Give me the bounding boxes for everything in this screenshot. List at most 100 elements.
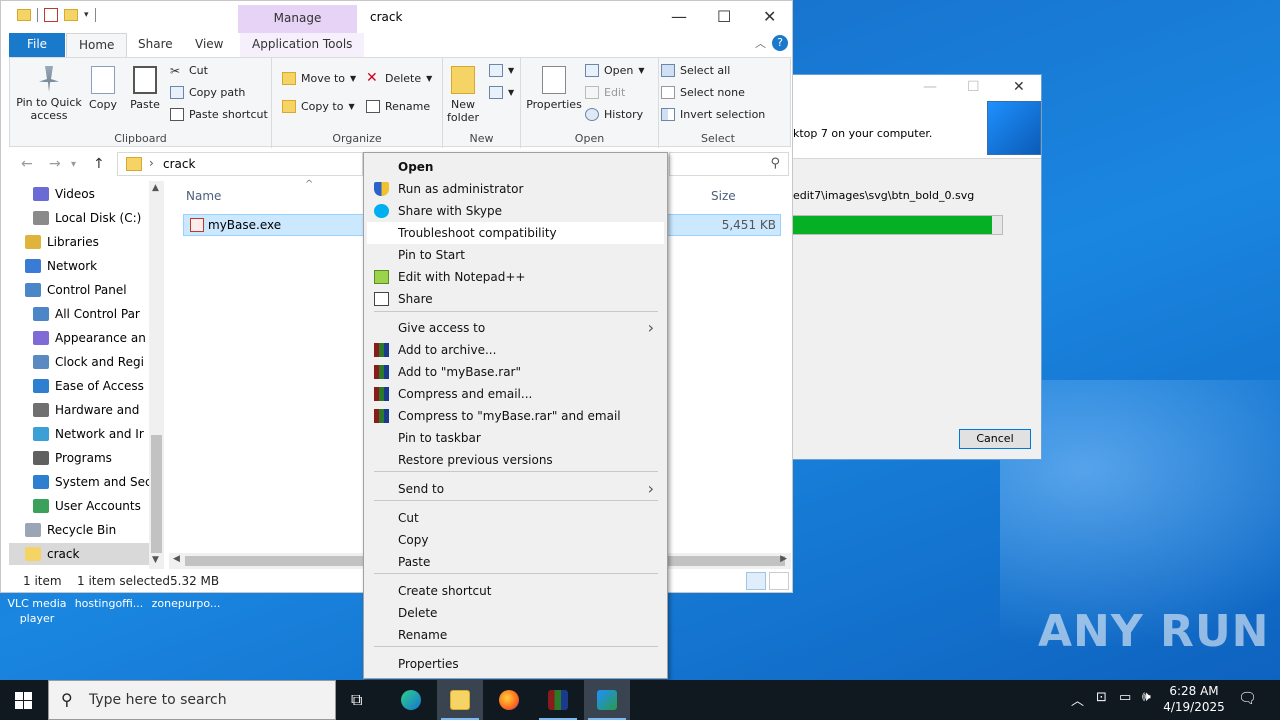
menu-item[interactable]: Share with Skype [367,200,664,222]
copy-path-button[interactable]: Copy path [170,86,245,99]
scroll-left-icon[interactable]: ◀ [173,554,180,564]
tab-home[interactable]: Home [66,33,128,57]
menu-item[interactable]: Troubleshoot compatibility [367,222,664,244]
menu-item[interactable]: Delete [367,602,664,624]
nav-item[interactable]: Network [9,255,157,277]
taskbar-edge[interactable] [388,680,434,720]
nav-item[interactable]: crack [9,543,157,565]
details-view-icon[interactable] [746,572,766,590]
history-button[interactable]: History [585,108,643,121]
maximize-icon[interactable]: ☐ [717,7,731,26]
menu-item[interactable]: Properties [367,653,664,675]
nav-item[interactable]: Network and Ir [9,423,157,445]
taskbar-installer[interactable] [584,680,630,720]
copy-button[interactable]: Copy [86,66,120,111]
large-icons-view-icon[interactable] [769,572,789,590]
column-header-size[interactable]: Size [711,189,736,203]
tab-share[interactable]: Share [126,33,185,57]
new-folder-button[interactable]: New folder [445,66,481,124]
delete-button[interactable]: ✕ Delete ▼ [366,71,432,85]
menu-item[interactable]: Copy [367,529,664,551]
open-button[interactable]: Open ▼ [585,64,645,77]
paste-button[interactable]: Paste [128,66,162,111]
volume-icon[interactable]: 🕪 [1142,689,1151,720]
nav-item[interactable]: Ease of Access [9,375,157,397]
desktop-icon-hosting[interactable]: hostingoffi... [74,596,144,611]
close-icon[interactable]: ✕ [763,7,776,26]
tab-view[interactable]: View [183,33,235,57]
network-icon[interactable]: ▭ [1119,690,1131,720]
edit-button[interactable]: Edit [585,86,625,99]
nav-item[interactable]: Local Disk (C:) [9,207,157,229]
menu-item[interactable]: Paste [367,551,664,573]
task-view-button[interactable]: ⧉ [337,680,383,720]
new-item-button[interactable]: ▼ [489,64,514,77]
minimize-icon[interactable]: — [923,79,937,95]
menu-item[interactable]: Edit with Notepad++ [367,266,664,288]
pin-quick-access-button[interactable]: Pin to Quick access [14,66,84,122]
scroll-up-icon[interactable]: ▲ [152,183,159,193]
menu-item[interactable]: Restore previous versions [367,449,664,471]
tab-file[interactable]: File [9,33,65,57]
taskbar-search-box[interactable]: ⚲ Type here to search [48,680,336,720]
taskbar-firefox[interactable] [486,680,532,720]
menu-item[interactable]: Open [367,156,664,178]
back-arrow-icon[interactable]: ← [21,156,33,172]
nav-item[interactable]: Appearance an [9,327,157,349]
menu-item[interactable]: Give access to › [367,317,664,339]
select-none-button[interactable]: Select none [661,86,745,99]
manage-context-tab[interactable]: Manage [238,5,357,33]
taskbar-file-explorer[interactable] [437,680,483,720]
menu-item[interactable]: Compress to "myBase.rar" and email [367,405,664,427]
paste-shortcut-button[interactable]: Paste shortcut [170,108,268,121]
menu-item[interactable]: Add to archive... [367,339,664,361]
select-all-button[interactable]: Select all [661,64,730,77]
scroll-thumb[interactable] [151,435,162,553]
collapse-ribbon-icon[interactable]: ︿ [755,35,766,51]
move-to-button[interactable]: Move to ▼ [282,72,356,85]
nav-item[interactable]: System and Sec [9,471,157,493]
nav-scrollbar[interactable]: ▲ ▼ [149,181,164,569]
menu-item[interactable]: Share [367,288,664,310]
properties-button[interactable]: Properties [525,66,583,111]
menu-item[interactable]: Pin to taskbar [367,427,664,449]
show-hidden-icons-icon[interactable]: ︿ [1071,690,1084,720]
menu-item[interactable]: Compress and email... [367,383,664,405]
menu-item[interactable]: Add to "myBase.rar" [367,361,664,383]
nav-item[interactable]: Videos [9,183,157,205]
nav-item[interactable]: Libraries [9,231,157,253]
help-icon[interactable]: ? [772,35,788,51]
qat-dropdown-icon[interactable]: ▾ [84,10,89,20]
search-input[interactable]: ⚲ [669,152,789,176]
minimize-icon[interactable]: — [671,7,687,26]
menu-item[interactable]: Send to › [367,478,664,500]
menu-item[interactable]: Run as administrator [367,178,664,200]
nav-item[interactable]: Programs [9,447,157,469]
recent-locations-icon[interactable]: ▾ [71,159,76,170]
desktop-icon-zone[interactable]: zonepurpo... [151,596,221,611]
meet-now-icon[interactable]: ⊡ [1096,690,1107,720]
nav-item[interactable]: All Control Par [9,303,157,325]
rename-button[interactable]: Rename [366,100,430,113]
notifications-icon[interactable]: 🗨 [1238,689,1257,720]
start-button[interactable] [0,680,48,720]
nav-item[interactable]: Hardware and [9,399,157,421]
nav-item[interactable]: Recycle Bin [9,519,157,541]
properties-check-icon[interactable] [44,8,58,22]
scroll-right-icon[interactable]: ▶ [780,554,787,564]
copy-to-button[interactable]: Copy to ▼ [282,100,355,113]
forward-arrow-icon[interactable]: → [49,156,61,172]
new-folder-icon[interactable] [64,9,78,21]
menu-item[interactable]: Pin to Start [367,244,664,266]
clock[interactable]: 6:28 AM 4/19/2025 [1160,683,1228,715]
menu-item[interactable]: Rename [367,624,664,646]
nav-item[interactable]: Control Panel [9,279,157,301]
easy-access-button[interactable]: ▼ [489,86,514,99]
cut-button[interactable]: ✂ Cut [170,64,208,78]
menu-item[interactable]: Cut [367,507,664,529]
column-header-name[interactable]: Name [186,189,221,203]
invert-selection-button[interactable]: Invert selection [661,108,765,121]
scroll-down-icon[interactable]: ▼ [152,555,159,565]
address-bar[interactable]: › crack [117,152,363,176]
menu-item[interactable]: Create shortcut [367,580,664,602]
